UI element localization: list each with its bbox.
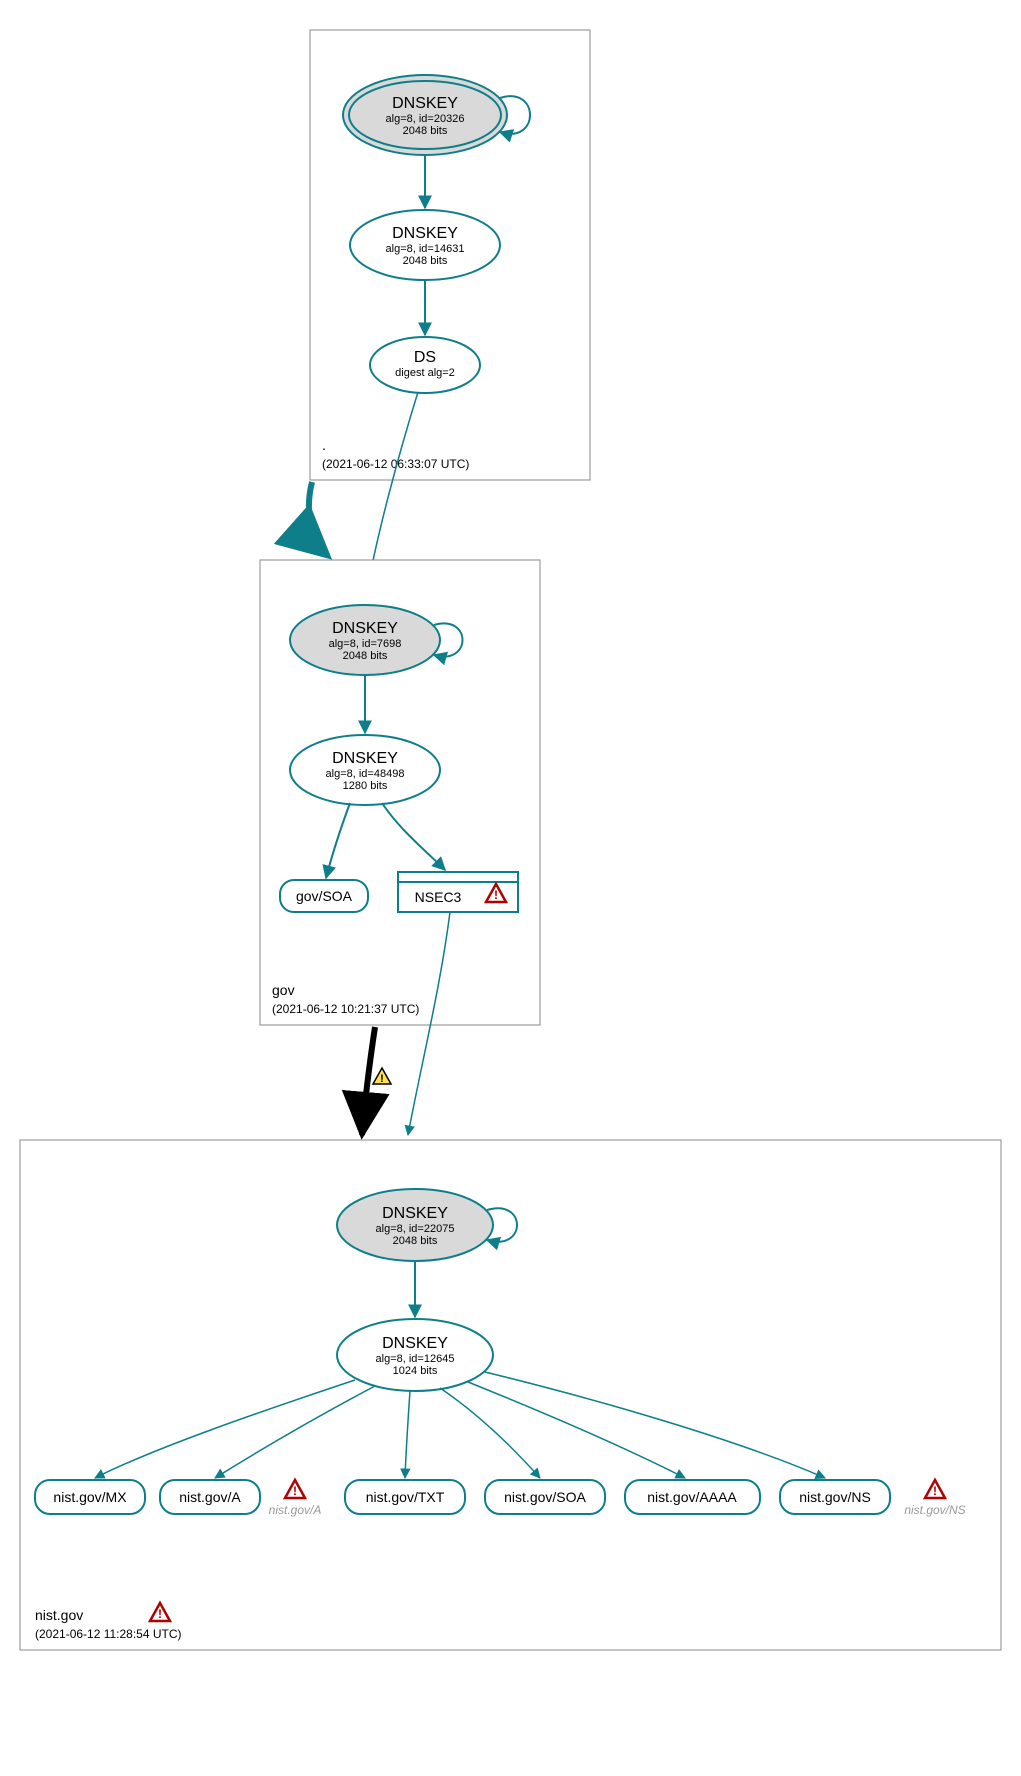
nist-ksk-sub1: alg=8, id=22075 <box>376 1223 455 1235</box>
nist-aaaa-label: nist.gov/AAAA <box>647 1489 737 1505</box>
node-nist-txt[interactable]: nist.gov/TXT <box>345 1480 465 1514</box>
root-zsk-sub2: 2048 bits <box>403 255 448 267</box>
svg-text:!: ! <box>380 1073 384 1085</box>
root-ksk-sub2: 2048 bits <box>403 125 448 137</box>
gov-ksk-sub1: alg=8, id=7698 <box>329 638 402 650</box>
nist-ksk-sub2: 2048 bits <box>393 1235 438 1247</box>
svg-text:!: ! <box>933 1484 937 1498</box>
gov-zsk-sub2: 1280 bits <box>343 780 388 792</box>
node-nist-soa[interactable]: nist.gov/SOA <box>485 1480 605 1514</box>
gov-soa-label: gov/SOA <box>296 888 353 904</box>
nist-zsk-sub2: 1024 bits <box>393 1365 438 1377</box>
svg-text:!: ! <box>293 1484 297 1498</box>
root-zsk-title: DNSKEY <box>392 225 458 242</box>
zone-nist-time: (2021-06-12 11:28:54 UTC) <box>35 1627 182 1641</box>
gov-zsk-title: DNSKEY <box>332 750 398 767</box>
svg-text:!: ! <box>158 1607 162 1621</box>
node-nist-ns[interactable]: nist.gov/NS <box>780 1480 890 1514</box>
nist-zsk-sub1: alg=8, id=12645 <box>376 1353 455 1365</box>
node-gov-ksk[interactable]: DNSKEY alg=8, id=7698 2048 bits <box>290 605 440 675</box>
nist-ksk-title: DNSKEY <box>382 1205 448 1222</box>
nist-zsk-title: DNSKEY <box>382 1335 448 1352</box>
node-gov-zsk[interactable]: DNSKEY alg=8, id=48498 1280 bits <box>290 735 440 805</box>
root-ksk-title: DNSKEY <box>392 95 458 112</box>
node-root-ds[interactable]: DS digest alg=2 <box>370 337 480 393</box>
root-ds-sub1: digest alg=2 <box>395 367 455 379</box>
nist-ns-label: nist.gov/NS <box>799 1489 871 1505</box>
node-root-ksk[interactable]: DNSKEY alg=8, id=20326 2048 bits <box>343 75 507 155</box>
zone-nist-label: nist.gov <box>35 1607 83 1623</box>
root-ksk-sub1: alg=8, id=20326 <box>386 113 465 125</box>
edge-root-to-gov-thick <box>309 482 328 556</box>
node-gov-nsec3[interactable]: NSEC3 ! <box>398 872 518 912</box>
svg-text:!: ! <box>494 888 498 902</box>
zone-gov: gov (2021-06-12 10:21:37 UTC) DNSKEY alg… <box>260 560 540 1025</box>
gov-ksk-sub2: 2048 bits <box>343 650 388 662</box>
node-nist-a[interactable]: nist.gov/A <box>160 1480 260 1514</box>
root-ds-title: DS <box>414 349 436 366</box>
node-nist-zsk[interactable]: DNSKEY alg=8, id=12645 1024 bits <box>337 1319 493 1391</box>
node-nist-mx[interactable]: nist.gov/MX <box>35 1480 145 1514</box>
zone-root: . (2021-06-12 06:33:07 UTC) DNSKEY alg=8… <box>310 30 590 480</box>
zone-gov-label: gov <box>272 982 295 998</box>
gov-zsk-sub1: alg=8, id=48498 <box>326 768 405 780</box>
nist-a-label: nist.gov/A <box>179 1489 241 1505</box>
nist-soa-label: nist.gov/SOA <box>504 1489 586 1505</box>
node-nist-ksk[interactable]: DNSKEY alg=8, id=22075 2048 bits <box>337 1189 493 1261</box>
gov-ksk-title: DNSKEY <box>332 620 398 637</box>
node-root-zsk[interactable]: DNSKEY alg=8, id=14631 2048 bits <box>350 210 500 280</box>
nist-txt-label: nist.gov/TXT <box>366 1489 445 1505</box>
nist-ns-gray-label: nist.gov/NS <box>904 1503 965 1517</box>
edge-gov-to-nist-thick <box>362 1027 375 1135</box>
nist-mx-label: nist.gov/MX <box>53 1489 127 1505</box>
dnssec-graph: . (2021-06-12 06:33:07 UTC) DNSKEY alg=8… <box>0 0 1021 1776</box>
zone-nist: nist.gov (2021-06-12 11:28:54 UTC) ! DNS… <box>20 1140 1001 1650</box>
zone-root-label: . <box>322 437 326 453</box>
node-nist-aaaa[interactable]: nist.gov/AAAA <box>625 1480 760 1514</box>
gov-nsec3-label: NSEC3 <box>415 889 462 905</box>
caution-icon: ! <box>373 1068 391 1085</box>
zone-gov-time: (2021-06-12 10:21:37 UTC) <box>272 1002 419 1016</box>
root-zsk-sub1: alg=8, id=14631 <box>386 243 465 255</box>
nist-a-gray-label: nist.gov/A <box>269 1503 322 1517</box>
node-gov-soa[interactable]: gov/SOA <box>280 880 368 912</box>
